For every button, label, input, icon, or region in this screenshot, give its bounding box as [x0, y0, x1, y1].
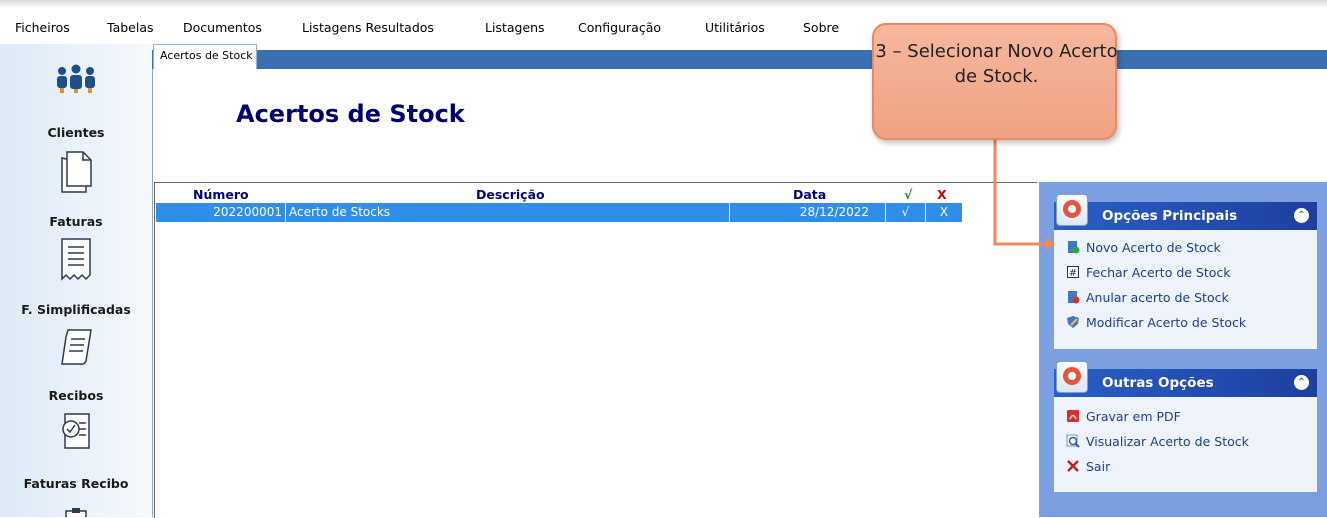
- callout-arrow: [993, 140, 1055, 251]
- tutorial-callout: 3 – Selecionar Novo Acerto de Stock.: [872, 23, 1118, 140]
- callout-text: 3 – Selecionar Novo Acerto de Stock.: [875, 41, 1118, 87]
